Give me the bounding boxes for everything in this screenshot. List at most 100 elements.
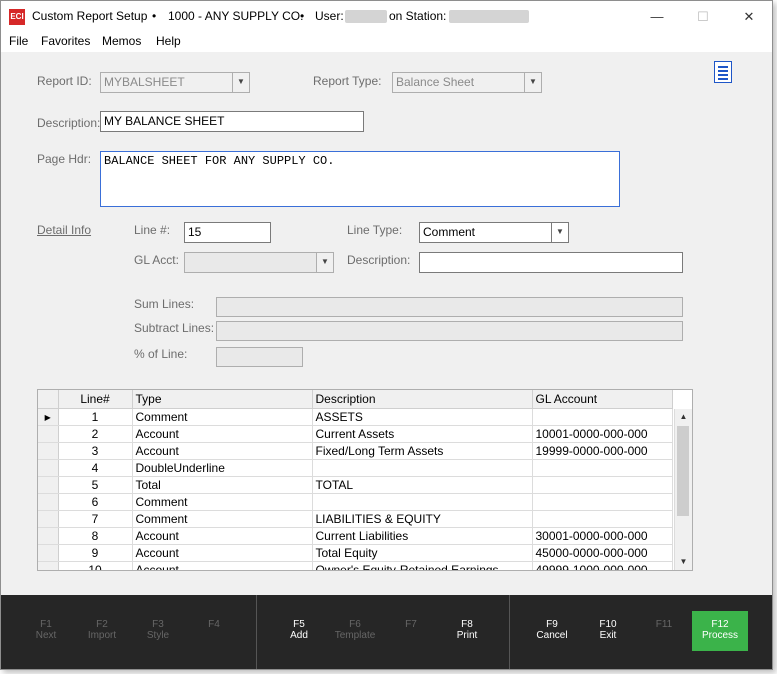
cell-gl-account[interactable]	[532, 510, 673, 528]
table-row[interactable]: ▶ 1 Comment ASSETS	[38, 408, 673, 426]
line-type-dropdown[interactable]: Comment ▼	[419, 222, 569, 243]
cell-gl-account[interactable]	[532, 459, 673, 477]
chevron-down-icon[interactable]: ▼	[316, 253, 333, 272]
row-selector[interactable]	[38, 476, 59, 494]
sum-lines-input[interactable]	[216, 297, 683, 317]
cell-gl-account[interactable]: 10001-0000-000-000	[532, 425, 673, 443]
cell-type[interactable]: Comment	[132, 408, 313, 426]
menu-file[interactable]: File	[9, 34, 28, 48]
table-row[interactable]: 5 Total TOTAL	[38, 476, 673, 494]
cell-line[interactable]: 8	[58, 527, 133, 545]
f1-next-button[interactable]: F1 Next	[18, 619, 74, 641]
line-number-input[interactable]: 15	[184, 222, 271, 243]
cell-description[interactable]: ASSETS	[312, 408, 533, 426]
cell-line[interactable]: 3	[58, 442, 133, 460]
column-header-type[interactable]: Type	[132, 390, 313, 409]
menu-help[interactable]: Help	[156, 34, 181, 48]
table-row[interactable]: 10 Account Owner's Equity-Retained Earni…	[38, 561, 673, 570]
menu-favorites[interactable]: Favorites	[41, 34, 90, 48]
f2-import-button[interactable]: F2 Import	[74, 619, 130, 641]
table-row[interactable]: 7 Comment LIABILITIES & EQUITY	[38, 510, 673, 528]
cell-gl-account[interactable]	[532, 493, 673, 511]
table-row[interactable]: 2 Account Current Assets 10001-0000-000-…	[38, 425, 673, 443]
cell-description[interactable]	[312, 459, 533, 477]
cell-type[interactable]: Account	[132, 561, 313, 570]
cell-description[interactable]: Current Liabilities	[312, 527, 533, 545]
cell-line[interactable]: 10	[58, 561, 133, 570]
row-selector[interactable]	[38, 561, 59, 570]
row-selector[interactable]	[38, 544, 59, 562]
cell-line[interactable]: 5	[58, 476, 133, 494]
row-selector[interactable]	[38, 459, 59, 477]
cell-type[interactable]: Account	[132, 544, 313, 562]
table-row[interactable]: 8 Account Current Liabilities 30001-0000…	[38, 527, 673, 545]
row-selector[interactable]	[38, 527, 59, 545]
close-button[interactable]: ✕	[726, 1, 772, 32]
cell-type[interactable]: Account	[132, 527, 313, 545]
line-description-input[interactable]	[419, 252, 683, 273]
f6-template-button[interactable]: F6 Template	[327, 619, 383, 641]
f7-button[interactable]: F7	[383, 619, 439, 630]
notes-list-icon[interactable]	[714, 61, 732, 83]
menu-memos[interactable]: Memos	[102, 34, 141, 48]
cell-type[interactable]: Account	[132, 425, 313, 443]
cell-type[interactable]: Comment	[132, 493, 313, 511]
cell-type[interactable]: Total	[132, 476, 313, 494]
cell-description[interactable]: Current Assets	[312, 425, 533, 443]
cell-line[interactable]: 9	[58, 544, 133, 562]
row-selector[interactable]	[38, 493, 59, 511]
cell-gl-account[interactable]: 45000-0000-000-000	[532, 544, 673, 562]
cell-type[interactable]: DoubleUnderline	[132, 459, 313, 477]
gl-account-dropdown[interactable]: ▼	[184, 252, 334, 273]
subtract-lines-input[interactable]	[216, 321, 683, 341]
table-row[interactable]: 6 Comment	[38, 493, 673, 511]
table-row[interactable]: 4 DoubleUnderline	[38, 459, 673, 477]
cell-gl-account[interactable]: 49999-1000-000-000	[532, 561, 673, 570]
chevron-down-icon[interactable]: ▼	[551, 223, 568, 242]
cell-gl-account[interactable]	[532, 476, 673, 494]
row-selector[interactable]	[38, 442, 59, 460]
row-selector[interactable]	[38, 425, 59, 443]
cell-line[interactable]: 7	[58, 510, 133, 528]
report-id-dropdown[interactable]: MYBALSHEET ▼	[100, 72, 250, 93]
cell-type[interactable]: Comment	[132, 510, 313, 528]
page-header-textarea[interactable]: BALANCE SHEET FOR ANY SUPPLY CO.	[100, 151, 620, 207]
f11-button[interactable]: F11	[636, 619, 692, 630]
cell-description[interactable]: Total Equity	[312, 544, 533, 562]
cell-description[interactable]: TOTAL	[312, 476, 533, 494]
cell-type[interactable]: Account	[132, 442, 313, 460]
cell-line[interactable]: 2	[58, 425, 133, 443]
cell-description[interactable]	[312, 493, 533, 511]
minimize-button[interactable]: —	[634, 1, 680, 32]
f9-cancel-button[interactable]: F9 Cancel	[524, 619, 580, 641]
cell-line[interactable]: 1	[58, 408, 133, 426]
scroll-down-icon[interactable]: ▼	[675, 554, 692, 570]
f10-exit-button[interactable]: F10 Exit	[580, 619, 636, 641]
f5-add-button[interactable]: F5 Add	[271, 619, 327, 641]
maximize-button[interactable]: ☐	[680, 1, 726, 32]
description-input[interactable]: MY BALANCE SHEET	[100, 111, 364, 132]
cell-line[interactable]: 4	[58, 459, 133, 477]
chevron-down-icon[interactable]: ▼	[524, 73, 541, 92]
table-row[interactable]: 9 Account Total Equity 45000-0000-000-00…	[38, 544, 673, 562]
table-row[interactable]: 3 Account Fixed/Long Term Assets 19999-0…	[38, 442, 673, 460]
scroll-up-icon[interactable]: ▲	[675, 409, 692, 425]
f3-style-button[interactable]: F3 Style	[130, 619, 186, 641]
cell-gl-account[interactable]	[532, 408, 673, 426]
cell-gl-account[interactable]: 19999-0000-000-000	[532, 442, 673, 460]
column-header-gl-account[interactable]: GL Account	[532, 390, 673, 409]
cell-description[interactable]: LIABILITIES & EQUITY	[312, 510, 533, 528]
row-selector[interactable]	[38, 510, 59, 528]
f4-button[interactable]: F4	[186, 619, 242, 630]
percent-of-line-input[interactable]	[216, 347, 303, 367]
column-header-line[interactable]: Line#	[58, 390, 133, 409]
f8-print-button[interactable]: F8 Print	[439, 619, 495, 641]
report-type-dropdown[interactable]: Balance Sheet ▼	[392, 72, 542, 93]
chevron-down-icon[interactable]: ▼	[232, 73, 249, 92]
cell-description[interactable]: Fixed/Long Term Assets	[312, 442, 533, 460]
cell-gl-account[interactable]: 30001-0000-000-000	[532, 527, 673, 545]
detail-info-link[interactable]: Detail Info	[37, 223, 91, 237]
column-header-description[interactable]: Description	[312, 390, 533, 409]
scrollbar-thumb[interactable]	[677, 426, 689, 516]
grid-vertical-scrollbar[interactable]: ▲ ▼	[674, 409, 692, 570]
